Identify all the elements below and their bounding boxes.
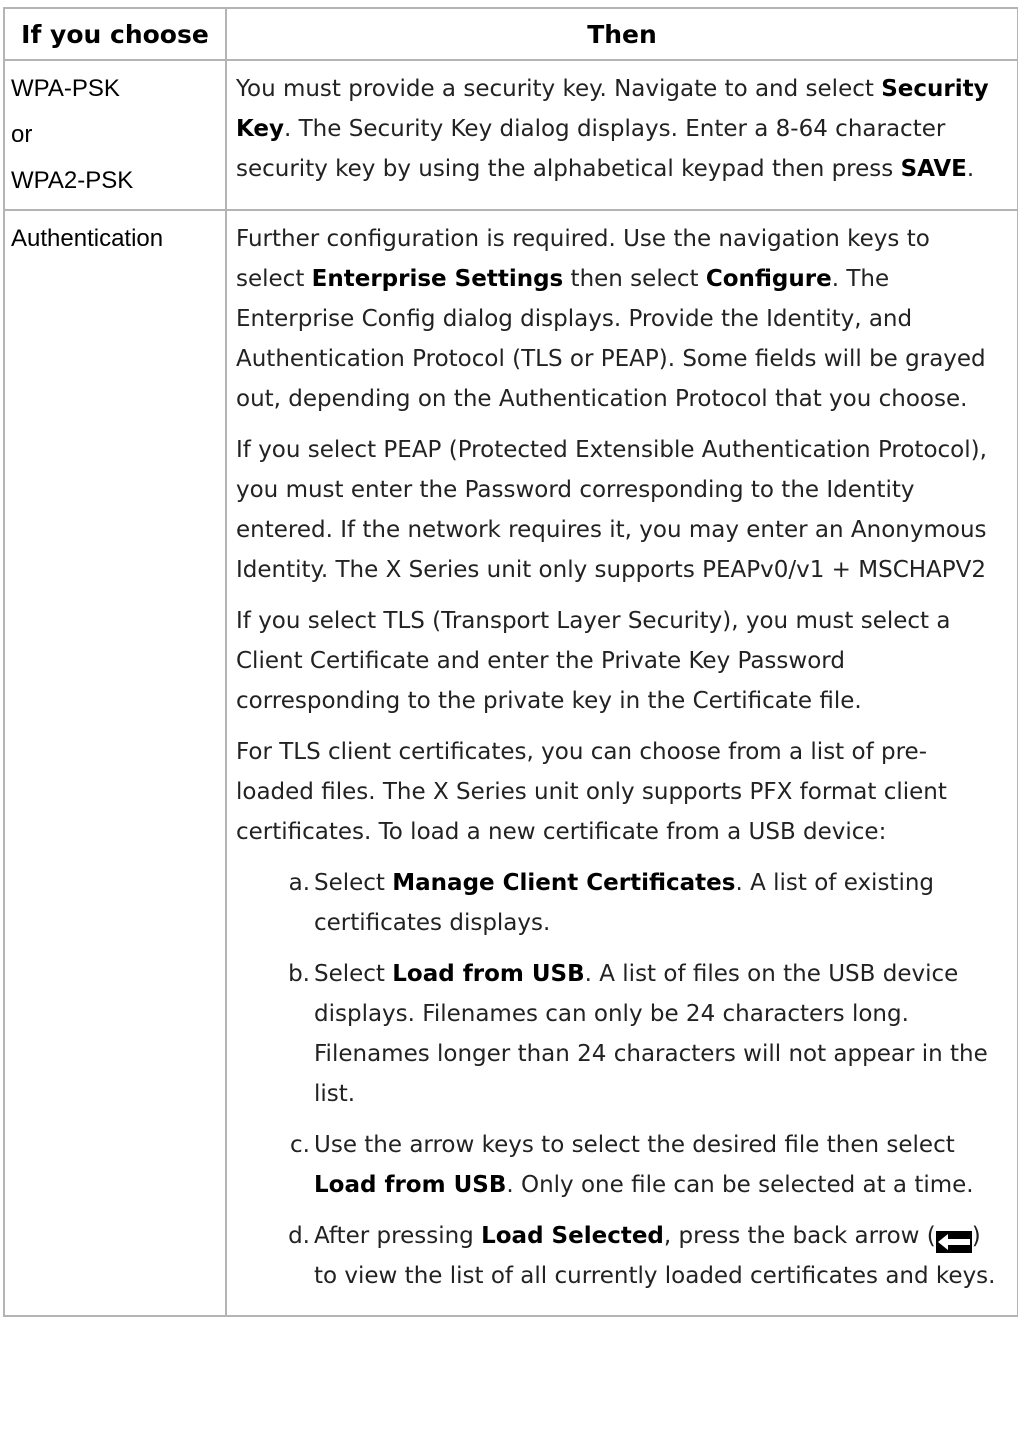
then-cell-authentication: Further configuration is required. Use t…: [225, 209, 1018, 1317]
choice-wpa-psk: WPA-PSK: [11, 75, 120, 102]
choice-cell-authentication: Authentication: [3, 209, 227, 1317]
choice-authentication: Authentication: [11, 225, 164, 252]
header-if-you-choose: If you choose: [3, 7, 227, 61]
back-arrow-icon: [935, 1226, 972, 1253]
options-table: If you choose Then WPA-PSK or WPA2-PSK Y…: [3, 7, 1018, 1317]
then-cell-psk: You must provide a security key. Navigat…: [225, 59, 1018, 211]
auth-paragraph-peap: If you select PEAP (Protected Extensible…: [236, 437, 987, 583]
list-item-step-a: a. Select Manage Client Certificates. A l…: [288, 870, 935, 936]
choice-wpa2-psk: WPA2-PSK: [11, 167, 134, 194]
auth-paragraph-configuration: Further configuration is required. Use t…: [236, 226, 986, 412]
header-row: If you choose Then: [3, 7, 1018, 61]
certificate-steps-list: a. Select Manage Client Certificates. A l…: [236, 863, 1003, 1296]
table-row-authentication: Authentication Further configuration is …: [3, 209, 1018, 1317]
choice-cell-psk: WPA-PSK or WPA2-PSK: [3, 59, 227, 211]
list-item-step-d: d. After pressing Load Selected, press th…: [288, 1223, 996, 1289]
enterprise-settings-term: Enterprise Settings: [311, 266, 564, 292]
psk-paragraph: You must provide a security key. Navigat…: [236, 76, 989, 182]
auth-paragraph-tls: If you select TLS (Transport Layer Secur…: [236, 608, 951, 714]
table-row-psk: WPA-PSK or WPA2-PSK You must provide a s…: [3, 59, 1018, 211]
auth-paragraph-client-certificates: For TLS client certificates, you can cho…: [236, 739, 947, 845]
list-item-step-c: c. Use the arrow keys to select the desir…: [290, 1132, 974, 1198]
save-term: SAVE: [900, 156, 967, 182]
header-then: Then: [225, 7, 1018, 61]
list-item-step-b: b. Select Load from USB. A list of files …: [288, 961, 988, 1107]
configure-term: Configure: [705, 266, 832, 292]
choice-or: or: [11, 121, 33, 148]
